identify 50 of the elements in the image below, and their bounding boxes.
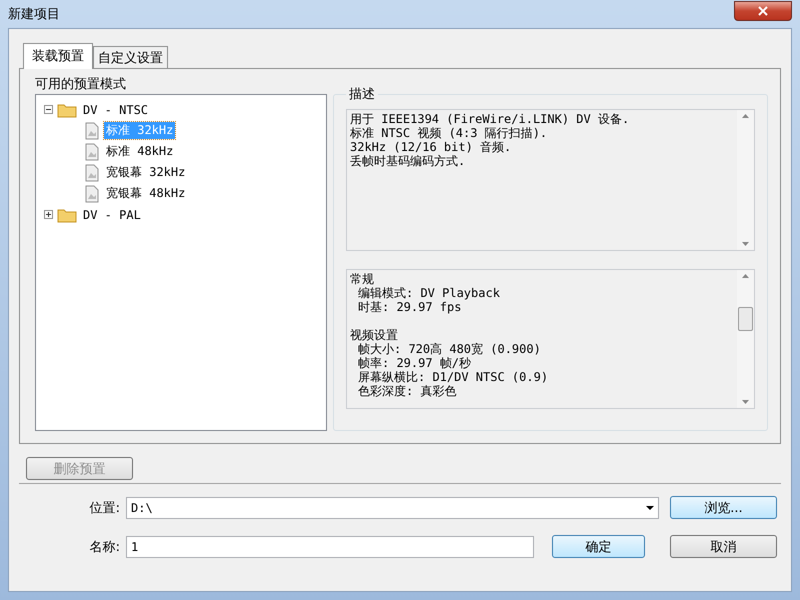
ok-button[interactable]: 确定 bbox=[552, 535, 645, 558]
scroll-up-icon[interactable] bbox=[742, 114, 749, 118]
section-heading: 视频设置 bbox=[350, 328, 399, 342]
scroll-down-icon[interactable] bbox=[742, 242, 749, 246]
scroll-down-icon[interactable] bbox=[742, 400, 749, 404]
document-icon bbox=[84, 142, 100, 160]
dropdown-icon bbox=[646, 506, 654, 510]
presets-label: 可用的预置模式 bbox=[35, 76, 127, 93]
description-line: 标准 NTSC 视频 (4:3 隔行扫描). bbox=[350, 126, 548, 140]
description-line: 32kHz (12/16 bit) 音频. bbox=[350, 140, 512, 154]
section-heading: 常规 bbox=[350, 272, 375, 286]
description-line: 丢帧时基码编码方式. bbox=[350, 154, 466, 168]
name-label: 名称: bbox=[88, 538, 121, 556]
detail-line: 帧率: 29.97 帧/秒 bbox=[357, 356, 472, 370]
folder-icon bbox=[57, 206, 77, 222]
close-button[interactable] bbox=[734, 1, 792, 21]
cancel-button[interactable]: 取消 bbox=[670, 535, 777, 558]
tree-item[interactable]: DV - NTSC bbox=[81, 102, 150, 116]
location-combo[interactable]: D:\ bbox=[126, 496, 659, 518]
document-icon bbox=[84, 122, 100, 140]
detail-line: 色彩深度: 真彩色 bbox=[357, 384, 458, 398]
name-field[interactable]: 1 bbox=[126, 536, 534, 558]
location-label: 位置: bbox=[88, 500, 121, 516]
plus-icon bbox=[45, 211, 52, 218]
minus-icon bbox=[45, 106, 52, 113]
preset-tree[interactable]: DV - NTSC 标准 32kHz 标准 48kHz 宽银幕 32kHz 宽银幕 48kHz DV - PAL bbox=[35, 94, 327, 431]
detail-line: 帧大小: 720高 480宽 (0.900) bbox=[357, 342, 542, 356]
scrollbar[interactable] bbox=[737, 270, 754, 408]
tree-item[interactable]: 宽银幕 48kHz bbox=[104, 185, 188, 202]
expand-toggle[interactable] bbox=[44, 210, 53, 219]
tab[interactable]: 自定义设置 bbox=[93, 46, 168, 69]
scroll-up-icon[interactable] bbox=[742, 274, 749, 278]
close-icon bbox=[758, 6, 768, 16]
detail-line: 编辑模式: DV Playback bbox=[357, 286, 501, 300]
group-title: 描述 bbox=[348, 86, 376, 103]
scrollbar[interactable] bbox=[737, 110, 754, 250]
document-icon bbox=[84, 164, 100, 182]
detail-line: 时基: 29.97 fps bbox=[357, 300, 462, 314]
tree-item[interactable]: 宽银幕 32kHz bbox=[104, 164, 188, 181]
tree-item[interactable]: DV - PAL bbox=[81, 208, 143, 222]
tab[interactable]: 装载预置 bbox=[23, 43, 93, 69]
document-icon bbox=[84, 184, 100, 202]
folder-icon bbox=[57, 102, 77, 118]
detail-line: 屏幕纵横比: D1/DV NTSC (0.9) bbox=[357, 370, 550, 384]
browse-button[interactable]: 浏览... bbox=[670, 496, 777, 519]
window-title: 新建项目 bbox=[8, 6, 60, 23]
scroll-thumb[interactable] bbox=[738, 307, 753, 331]
description-line: 用于 IEEE1394 (FireWire/i.LINK) DV 设备. bbox=[350, 112, 630, 126]
tree-item[interactable]: 标准 48kHz bbox=[104, 143, 176, 160]
collapse-toggle[interactable] bbox=[44, 105, 53, 114]
